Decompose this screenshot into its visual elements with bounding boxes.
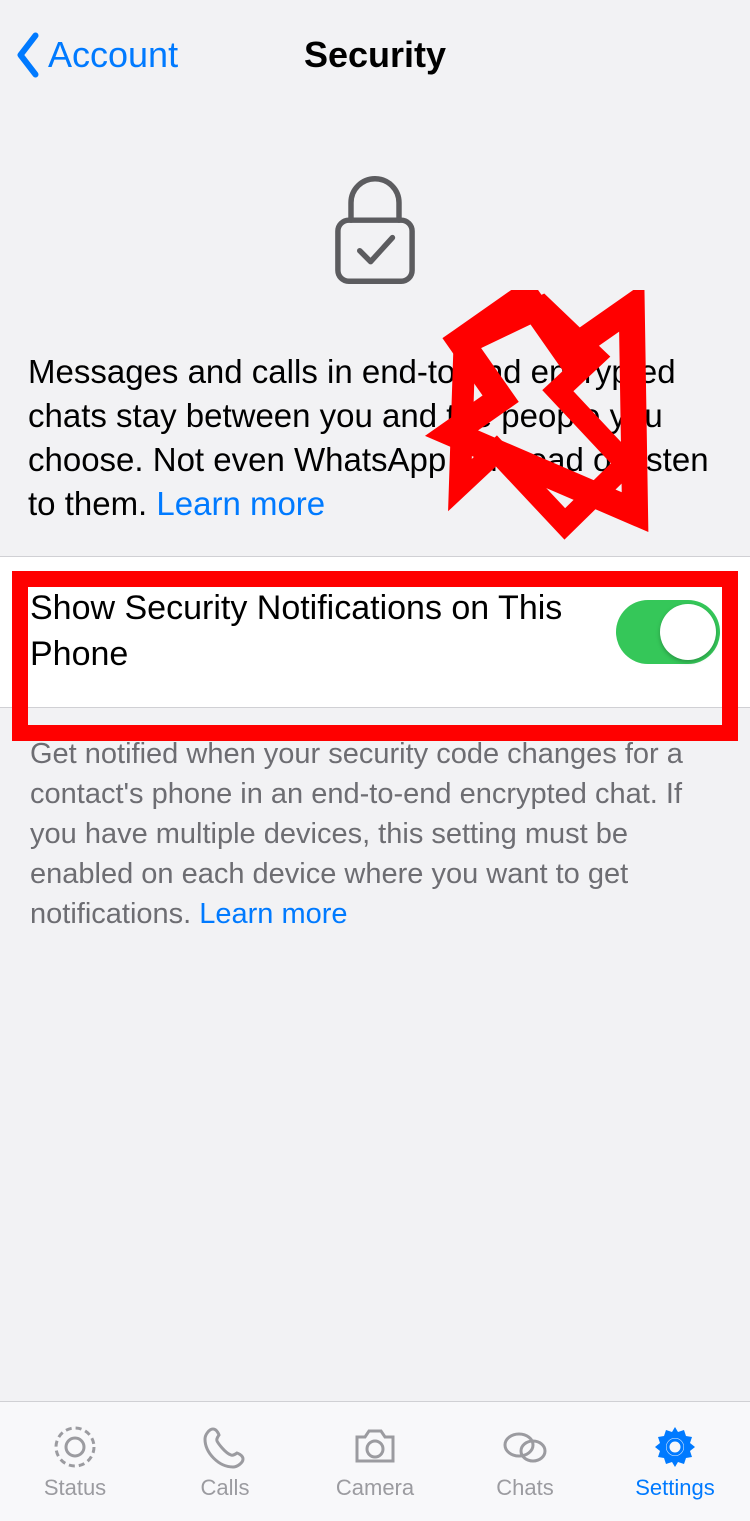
- back-button[interactable]: Account: [14, 0, 178, 110]
- gear-icon: [648, 1423, 702, 1471]
- settings-group: Show Security Notifications on This Phon…: [0, 556, 750, 708]
- tab-calls[interactable]: Calls: [150, 1402, 300, 1521]
- tab-label: Settings: [635, 1475, 715, 1501]
- back-button-label: Account: [48, 34, 178, 76]
- tab-label: Calls: [201, 1475, 250, 1501]
- tab-label: Status: [44, 1475, 106, 1501]
- setting-footer-body: Get notified when your security code cha…: [30, 738, 683, 930]
- tab-label: Camera: [336, 1475, 414, 1501]
- lock-checkmark-icon: [320, 170, 430, 290]
- tab-settings[interactable]: Settings: [600, 1402, 750, 1521]
- status-icon: [48, 1423, 102, 1471]
- tab-chats[interactable]: Chats: [450, 1402, 600, 1521]
- tab-bar: Status Calls Camera Chats Settings: [0, 1401, 750, 1521]
- learn-more-link-top[interactable]: Learn more: [156, 485, 325, 522]
- show-security-notifications-row[interactable]: Show Security Notifications on This Phon…: [0, 557, 750, 707]
- page-title: Security: [304, 34, 446, 76]
- navigation-bar: Account Security: [0, 0, 750, 110]
- tab-camera[interactable]: Camera: [300, 1402, 450, 1521]
- tab-status[interactable]: Status: [0, 1402, 150, 1521]
- security-description: Messages and calls in end-to-end encrypt…: [0, 330, 750, 556]
- camera-icon: [348, 1423, 402, 1471]
- security-description-body: Messages and calls in end-to-end encrypt…: [28, 353, 709, 522]
- chevron-left-icon: [14, 31, 42, 79]
- show-security-notifications-toggle[interactable]: [616, 600, 720, 664]
- learn-more-link-bottom[interactable]: Learn more: [199, 898, 347, 930]
- phone-icon: [198, 1423, 252, 1471]
- toggle-knob: [660, 604, 716, 660]
- chats-icon: [498, 1423, 552, 1471]
- show-security-notifications-label: Show Security Notifications on This Phon…: [30, 586, 616, 677]
- setting-footer-description: Get notified when your security code cha…: [0, 708, 750, 944]
- tab-label: Chats: [496, 1475, 553, 1501]
- lock-hero: [0, 110, 750, 330]
